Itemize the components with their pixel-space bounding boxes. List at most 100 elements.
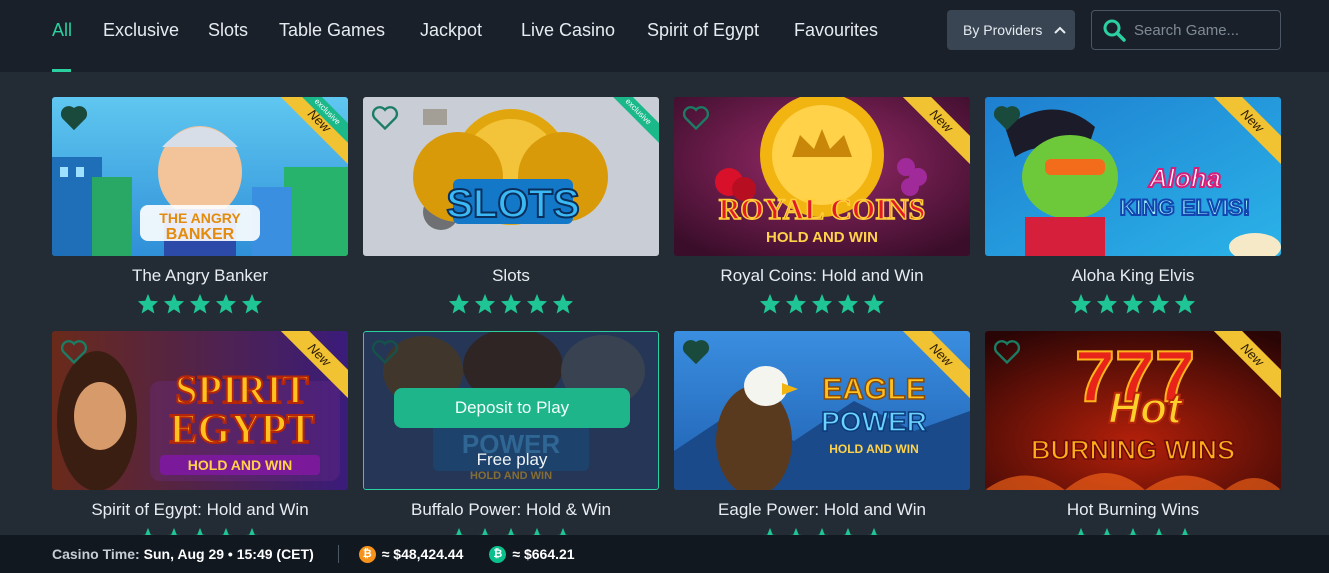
star-icon xyxy=(785,293,807,314)
star-icon xyxy=(863,293,885,314)
favorite-heart-icon[interactable] xyxy=(60,339,88,365)
rating-stars xyxy=(52,293,348,314)
favorite-heart-icon[interactable] xyxy=(993,339,1021,365)
game-title[interactable]: Aloha King Elvis xyxy=(985,266,1281,286)
game-title[interactable]: Hot Burning Wins xyxy=(985,500,1281,520)
game-title[interactable]: Slots xyxy=(363,266,659,286)
game-title[interactable]: Spirit of Egypt: Hold and Win xyxy=(52,500,348,520)
star-icon xyxy=(1148,293,1170,314)
favorite-heart-icon[interactable] xyxy=(682,339,710,365)
game-card-aloha-king-elvis[interactable]: Aloha KING ELVIS! New Aloha King Elvis xyxy=(985,97,1281,314)
rating-stars xyxy=(985,293,1281,314)
svg-text:KING ELVIS!: KING ELVIS! xyxy=(1120,195,1250,220)
star-icon xyxy=(189,293,211,314)
royal-coins-artwork: ROYAL COINS HOLD AND WIN xyxy=(674,97,970,256)
search-box[interactable] xyxy=(1091,10,1281,50)
free-play-link[interactable]: Free play xyxy=(364,450,659,470)
providers-label: By Providers xyxy=(963,22,1043,38)
star-icon xyxy=(215,293,237,314)
game-card-hot-burning-wins[interactable]: 777 Hot BURNING WINS New Hot Burning Win… xyxy=(985,331,1281,548)
game-thumbnail[interactable]: POWER HOLD AND WIN Deposit to Play Free … xyxy=(363,331,659,490)
svg-text:HOLD AND WIN: HOLD AND WIN xyxy=(829,442,919,456)
angry-banker-artwork: THE ANGRY BANKER xyxy=(52,97,348,256)
hot-burning-wins-artwork: 777 Hot BURNING WINS xyxy=(985,331,1281,490)
divider xyxy=(337,545,339,563)
game-thumbnail[interactable]: Aloha KING ELVIS! New xyxy=(985,97,1281,256)
search-input[interactable] xyxy=(1134,21,1274,39)
svg-text:SPIRIT: SPIRIT xyxy=(175,367,309,412)
tab-jackpot[interactable]: Jackpot xyxy=(420,20,482,41)
game-title[interactable]: The Angry Banker xyxy=(52,266,348,286)
star-icon xyxy=(811,293,833,314)
tab-all[interactable]: All xyxy=(52,20,72,41)
game-thumbnail[interactable]: THE ANGRY BANKER New exclusive xyxy=(52,97,348,256)
active-tab-indicator xyxy=(52,69,71,72)
deposit-to-play-button[interactable]: Deposit to Play xyxy=(394,388,630,428)
casino-time-label: Casino Time: xyxy=(52,546,140,562)
star-icon xyxy=(241,293,263,314)
svg-text:POWER: POWER xyxy=(821,406,927,437)
game-title[interactable]: Buffalo Power: Hold & Win xyxy=(363,500,659,520)
chevron-up-icon xyxy=(1054,26,1067,34)
svg-text:Hot: Hot xyxy=(1108,384,1184,433)
spirit-of-egypt-artwork: SPIRIT EGYPT HOLD AND WIN xyxy=(52,331,348,490)
game-thumbnail[interactable]: ROYAL COINS HOLD AND WIN New xyxy=(674,97,970,256)
svg-text:Aloha: Aloha xyxy=(1148,163,1221,193)
favorite-heart-icon[interactable] xyxy=(371,105,399,131)
tab-slots[interactable]: Slots xyxy=(208,20,248,41)
star-icon xyxy=(163,293,185,314)
svg-text:HOLD AND WIN: HOLD AND WIN xyxy=(766,229,878,246)
svg-text:EAGLE: EAGLE xyxy=(822,373,925,406)
tab-live-casino[interactable]: Live Casino xyxy=(521,20,615,41)
game-card-eagle-power[interactable]: EAGLE POWER HOLD AND WIN New Eagle Power… xyxy=(674,331,970,548)
star-icon xyxy=(1070,293,1092,314)
favorite-heart-icon[interactable] xyxy=(993,105,1021,131)
game-card-spirit-of-egypt[interactable]: SPIRIT EGYPT HOLD AND WIN New Spirit of … xyxy=(52,331,348,548)
game-card-buffalo-power[interactable]: POWER HOLD AND WIN Deposit to Play Free … xyxy=(363,331,659,548)
svg-text:HOLD AND WIN: HOLD AND WIN xyxy=(188,457,292,473)
aloha-king-elvis-artwork: Aloha KING ELVIS! xyxy=(985,97,1281,256)
btc-price: ≈ $48,424.44 xyxy=(381,546,464,562)
svg-text:BURNING WINS: BURNING WINS xyxy=(1031,435,1235,465)
game-thumbnail[interactable]: SPIRIT EGYPT HOLD AND WIN New xyxy=(52,331,348,490)
slots-artwork: SLOTS xyxy=(363,97,659,256)
bch-price: ≈ $664.21 xyxy=(512,546,575,562)
search-icon[interactable] xyxy=(1102,18,1126,42)
eagle-power-artwork: EAGLE POWER HOLD AND WIN xyxy=(674,331,970,490)
tab-exclusive[interactable]: Exclusive xyxy=(103,20,179,41)
star-icon xyxy=(1174,293,1196,314)
game-title[interactable]: Eagle Power: Hold and Win xyxy=(674,500,970,520)
hover-overlay: Deposit to Play Free play xyxy=(363,331,659,490)
tab-table-games[interactable]: Table Games xyxy=(279,20,385,41)
svg-text:EGYPT: EGYPT xyxy=(170,407,315,453)
game-title[interactable]: Royal Coins: Hold and Win xyxy=(674,266,970,286)
tab-spirit-of-egypt[interactable]: Spirit of Egypt xyxy=(647,20,759,41)
star-icon xyxy=(137,293,159,314)
star-icon xyxy=(837,293,859,314)
star-icon xyxy=(1096,293,1118,314)
star-icon xyxy=(526,293,548,314)
tab-favourites[interactable]: Favourites xyxy=(794,20,878,41)
star-icon xyxy=(759,293,781,314)
star-icon xyxy=(474,293,496,314)
providers-dropdown[interactable]: By Providers xyxy=(947,10,1075,50)
svg-text:ROYAL COINS: ROYAL COINS xyxy=(719,193,925,226)
game-card-slots[interactable]: SLOTS exclusive Slots xyxy=(363,97,659,314)
star-icon xyxy=(448,293,470,314)
star-icon xyxy=(552,293,574,314)
star-icon xyxy=(500,293,522,314)
game-card-royal-coins[interactable]: ROYAL COINS HOLD AND WIN New Royal Coins… xyxy=(674,97,970,314)
star-icon xyxy=(1122,293,1144,314)
top-navigation-bar: All Exclusive Slots Table Games Jackpot … xyxy=(0,0,1329,72)
game-card-angry-banker[interactable]: THE ANGRY BANKER New exclusive The Angry… xyxy=(52,97,348,314)
game-thumbnail[interactable]: SLOTS exclusive xyxy=(363,97,659,256)
svg-text:THE ANGRY: THE ANGRY xyxy=(159,210,241,226)
favorite-heart-icon[interactable] xyxy=(60,105,88,131)
game-thumbnail[interactable]: EAGLE POWER HOLD AND WIN New xyxy=(674,331,970,490)
svg-text:BANKER: BANKER xyxy=(166,226,235,243)
favorite-heart-icon[interactable] xyxy=(682,105,710,131)
game-thumbnail[interactable]: 777 Hot BURNING WINS New xyxy=(985,331,1281,490)
casino-time-value: Sun, Aug 29 • 15:49 (CET) xyxy=(143,546,314,562)
status-bar: Casino Time: Sun, Aug 29 • 15:49 (CET) ₿… xyxy=(0,535,1329,573)
bitcoin-icon: ₿ xyxy=(358,545,376,563)
